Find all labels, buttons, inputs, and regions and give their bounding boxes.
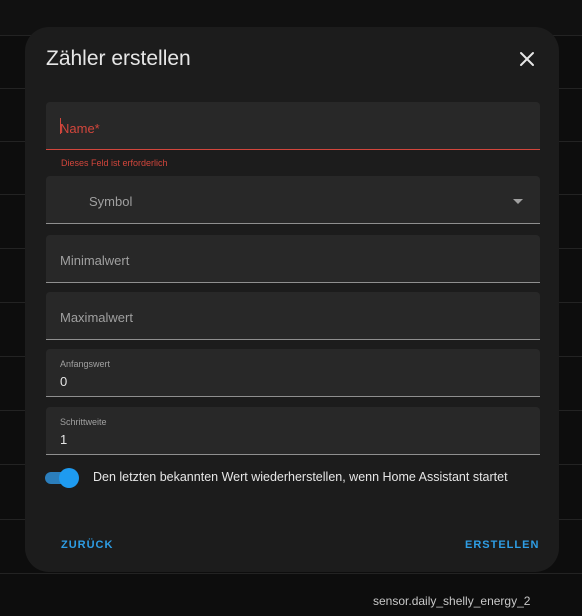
background-divider (0, 573, 582, 574)
toggle-thumb (59, 468, 79, 488)
step-value: 1 (60, 432, 68, 447)
maximum-field[interactable]: Maximalwert (46, 292, 540, 340)
name-error-text: Dieses Feld ist erforderlich (61, 158, 168, 168)
initial-value-label: Anfangswert (60, 359, 111, 369)
name-field[interactable]: Name* (46, 102, 540, 150)
name-label: Name* (60, 121, 100, 136)
step-field[interactable]: Schrittweite 1 (46, 407, 540, 455)
create-counter-dialog: Zähler erstellen Name* Dieses Feld ist e… (25, 27, 559, 572)
minimum-field[interactable]: Minimalwert (46, 235, 540, 283)
icon-picker[interactable]: Symbol (46, 176, 540, 224)
close-icon[interactable] (515, 47, 539, 71)
initial-value: 0 (60, 374, 68, 389)
create-button[interactable]: ERSTELLEN (465, 539, 539, 551)
restore-toggle[interactable] (45, 468, 79, 488)
maximum-label: Maximalwert (60, 310, 133, 325)
initial-value-field[interactable]: Anfangswert 0 (46, 349, 540, 397)
icon-picker-label: Symbol (89, 194, 133, 209)
back-button[interactable]: ZURÜCK (61, 539, 113, 551)
dialog-title: Zähler erstellen (46, 47, 191, 70)
restore-toggle-label: Den letzten bekannten Wert wiederherstel… (93, 470, 508, 484)
chevron-down-icon[interactable] (513, 199, 523, 204)
background-entity-id: sensor.daily_shelly_energy_2 (373, 594, 531, 608)
minimum-label: Minimalwert (60, 253, 130, 268)
step-label: Schrittweite (60, 417, 107, 427)
